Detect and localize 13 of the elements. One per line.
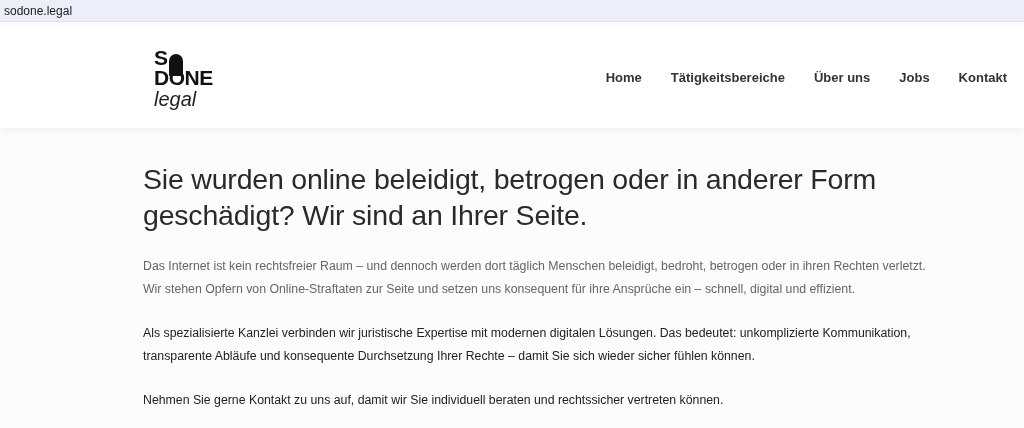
nav-link[interactable]: Tätigkeitsbereiche (670, 70, 785, 85)
body-paragraph: Nehmen Sie gerne Kontakt zu uns auf, damit wir Sie individuell beraten und rechtssicher vertreten können. (143, 392, 725, 409)
nav-link[interactable]: Kontakt (958, 70, 1007, 85)
logo-subtext: legal (154, 89, 198, 109)
body-paragraph: Das Internet ist kein rechtsfreier Raum – und dennoch werden dort täglich Menschen beleidigt, bedroht, betrogen oder in ihren Rechten verletzt. Wir stehen Opfern von Online-Straftaten zur Seite und setzen uns konsequent für ihre Ansprüche ein – schnell, digital und effizient. (143, 258, 927, 298)
nav-link[interactable]: Jobs (899, 70, 930, 85)
address-bar[interactable]: sodone.legal (0, 0, 1024, 22)
page-heading: Sie wurden online beleidigt, betrogen oder in anderer Form geschädigt? Wir sind an Ihrer Seite. (143, 162, 878, 233)
nav-link[interactable]: Home (605, 70, 642, 85)
body-paragraph: Als spezialisierte Kanzlei verbinden wir juristische Expertise mit modernen digitalen Lösungen. Das bedeutet: unkomplizierte Kommunikation, transparente Abläufe und konsequente Durchsetzung Ihrer Rechte – damit Sie sich wieder sicher fühlen können. (143, 325, 912, 365)
nav-link[interactable]: Über uns (813, 70, 871, 85)
logo-text: S (154, 48, 168, 68)
url-text: sodone.legal (4, 3, 73, 18)
